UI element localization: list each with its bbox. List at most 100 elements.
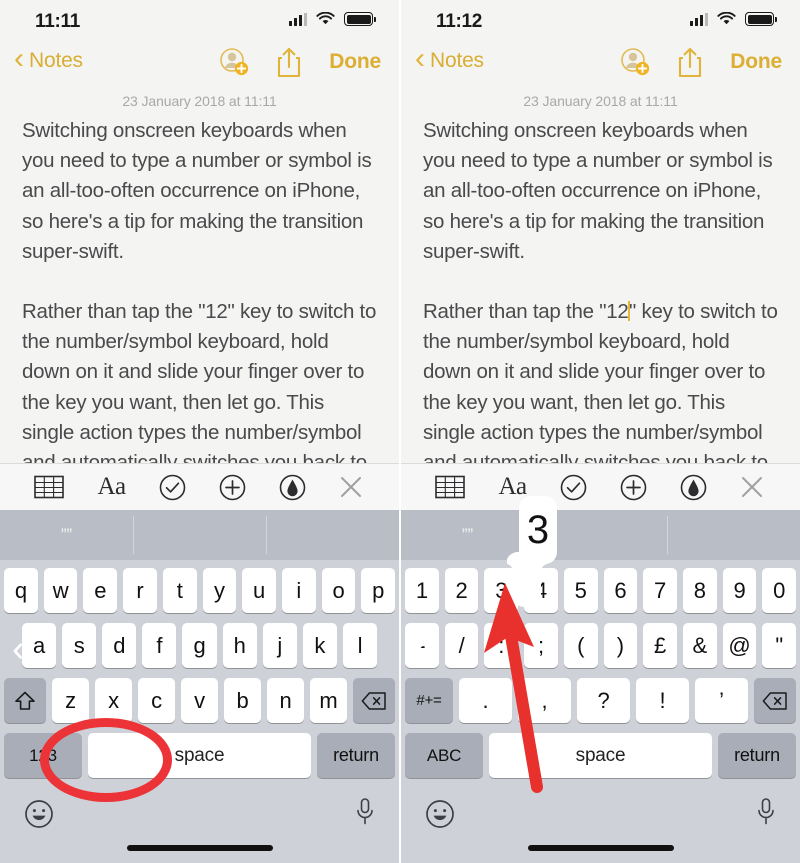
chevron-left-icon: ‹	[415, 42, 425, 75]
key-d[interactable]: d	[102, 623, 137, 668]
close-keyboard-button[interactable]	[338, 474, 364, 500]
shift-icon	[15, 691, 35, 710]
home-indicator	[527, 845, 674, 851]
key-s[interactable]: s	[62, 623, 97, 668]
key-h[interactable]: h	[222, 623, 257, 668]
key-z[interactable]: z	[52, 678, 89, 723]
markup-button[interactable]	[680, 474, 707, 501]
prediction-3[interactable]	[266, 510, 399, 560]
key-exclamation[interactable]: !	[636, 678, 689, 723]
key-3[interactable]: 3	[484, 568, 519, 613]
back-to-notes-button[interactable]: ‹ Notes	[415, 42, 484, 75]
key-f[interactable]: f	[142, 623, 177, 668]
key-quote[interactable]: "	[762, 623, 797, 668]
share-button[interactable]	[677, 46, 703, 78]
key-o[interactable]: o	[321, 568, 356, 613]
space-key[interactable]: space	[489, 733, 712, 778]
key-n[interactable]: n	[267, 678, 304, 723]
key-a[interactable]: a	[22, 623, 57, 668]
key-5[interactable]: 5	[563, 568, 598, 613]
key-8[interactable]: 8	[682, 568, 717, 613]
emoji-button[interactable]	[425, 799, 455, 834]
key-q[interactable]: q	[3, 568, 38, 613]
key-0[interactable]: 0	[762, 568, 797, 613]
symbols-key[interactable]: #+=	[405, 678, 453, 723]
return-key[interactable]: return	[718, 733, 796, 778]
prediction-1[interactable]: ””	[401, 510, 534, 560]
key-pound[interactable]: £	[643, 623, 677, 668]
cellular-signal-icon	[289, 12, 307, 26]
share-button[interactable]	[276, 46, 302, 78]
delete-key[interactable]	[754, 678, 796, 723]
back-to-notes-button[interactable]: ‹ Notes	[14, 44, 83, 74]
key-question[interactable]: ?	[577, 678, 630, 723]
keyboard-carousel-left-icon[interactable]: ‹	[12, 630, 25, 668]
key-at[interactable]: @	[722, 623, 757, 668]
prediction-1[interactable]: ””	[0, 510, 133, 560]
key-j[interactable]: j	[262, 623, 297, 668]
prediction-3[interactable]	[667, 510, 800, 560]
table-button[interactable]	[435, 475, 466, 499]
key-ampersand[interactable]: &	[682, 623, 717, 668]
prediction-2[interactable]	[133, 510, 266, 560]
key-b[interactable]: b	[224, 678, 261, 723]
add-attachment-button[interactable]	[620, 474, 647, 501]
key-1[interactable]: 1	[404, 568, 439, 613]
key-x[interactable]: x	[95, 678, 132, 723]
table-button[interactable]	[34, 475, 65, 499]
key-slash[interactable]: /	[444, 623, 479, 668]
add-person-button[interactable]	[620, 47, 650, 77]
key-6[interactable]: 6	[603, 568, 638, 613]
return-key[interactable]: return	[317, 733, 395, 778]
key-e[interactable]: e	[83, 568, 118, 613]
delete-key[interactable]	[353, 678, 395, 723]
key-l[interactable]: l	[342, 623, 377, 668]
add-person-button[interactable]	[219, 47, 249, 77]
key-y[interactable]: y	[202, 568, 237, 613]
close-keyboard-button[interactable]	[739, 474, 765, 500]
nav-actions: Done	[219, 46, 381, 78]
markup-button[interactable]	[279, 474, 306, 501]
key-k[interactable]: k	[302, 623, 337, 668]
dictation-button[interactable]	[756, 797, 776, 832]
onscreen-keyboard-numbers: 1 2 3 4 5 6 7 8 9 0 - / : ; ( ) £ & @ " …	[401, 560, 800, 863]
key-p[interactable]: p	[361, 568, 396, 613]
done-button[interactable]: Done	[730, 50, 782, 74]
key-u[interactable]: u	[242, 568, 276, 613]
key-w[interactable]: w	[43, 568, 78, 613]
key-paren-close[interactable]: )	[603, 623, 638, 668]
back-label: Notes	[29, 48, 83, 72]
keyboard-carousel-left-icon[interactable]: ‹	[413, 630, 426, 668]
key-t[interactable]: t	[162, 568, 197, 613]
key-colon[interactable]: :	[484, 623, 519, 668]
key-paren-open[interactable]: (	[563, 623, 598, 668]
prediction-2[interactable]	[534, 510, 667, 560]
dictation-button[interactable]	[355, 797, 375, 832]
key-v[interactable]: v	[181, 678, 218, 723]
add-attachment-button[interactable]	[219, 474, 246, 501]
key-9[interactable]: 9	[722, 568, 757, 613]
key-4[interactable]: 4	[524, 568, 558, 613]
phone-screen-left: 11:11 ‹ Notes Done 23 January 2018 at 11…	[0, 0, 399, 863]
alpha-mode-key[interactable]: ABC	[405, 733, 483, 778]
space-key[interactable]: space	[88, 733, 311, 778]
checklist-button[interactable]	[560, 474, 587, 501]
key-i[interactable]: i	[281, 568, 316, 613]
key-period[interactable]: .	[459, 678, 512, 723]
text-format-button[interactable]: Aa	[97, 473, 126, 501]
done-button[interactable]: Done	[329, 50, 381, 74]
key-comma[interactable]: ,	[518, 678, 571, 723]
key-c[interactable]: c	[138, 678, 175, 723]
emoji-button[interactable]	[24, 799, 54, 834]
key-7[interactable]: 7	[643, 568, 677, 613]
shift-key[interactable]	[4, 678, 46, 723]
numeric-mode-key[interactable]: 123	[4, 733, 82, 778]
text-format-button[interactable]: Aa	[498, 473, 527, 501]
key-g[interactable]: g	[182, 623, 217, 668]
checklist-button[interactable]	[159, 474, 186, 501]
key-semicolon[interactable]: ;	[524, 623, 558, 668]
key-apostrophe[interactable]: ’	[695, 678, 748, 723]
key-r[interactable]: r	[123, 568, 157, 613]
key-m[interactable]: m	[310, 678, 347, 723]
key-2[interactable]: 2	[444, 568, 479, 613]
